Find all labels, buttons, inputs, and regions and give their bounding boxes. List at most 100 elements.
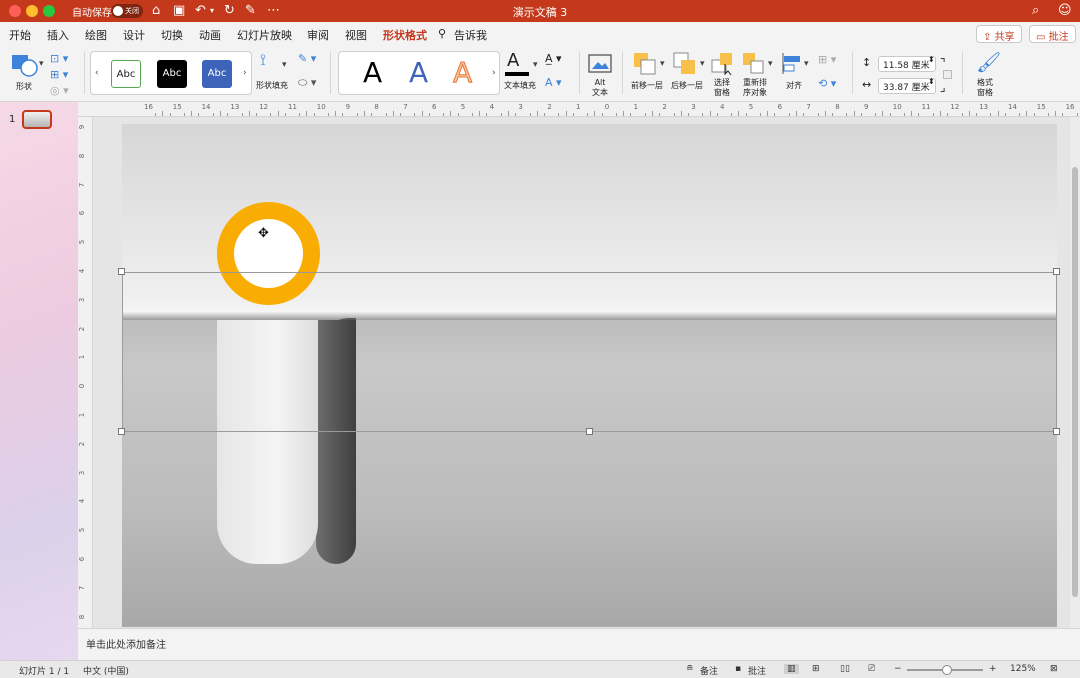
share-button[interactable]: ⇪ 共享: [976, 25, 1022, 43]
ruler-top-tick-label: 3: [518, 103, 523, 111]
tab-transitions[interactable]: 切换: [161, 27, 183, 43]
gallery-next-icon[interactable]: ›: [243, 68, 247, 78]
tab-view[interactable]: 视图: [345, 27, 367, 43]
comments-toggle[interactable]: 批注: [748, 664, 766, 677]
wordart-black[interactable]: A: [363, 56, 382, 90]
autosave-toggle[interactable]: 关闭: [111, 4, 143, 18]
ruler-top-tick-label: 14: [201, 103, 211, 111]
wordart-next-icon[interactable]: ›: [492, 68, 496, 78]
more-icon[interactable]: ⋯: [267, 3, 280, 19]
ruler-top-minor-tick: [918, 113, 920, 116]
height-stepper-icon[interactable]: ⬍: [928, 55, 935, 64]
vertical-ruler[interactable]: 9 8 7 6 5 4 3 2 1 0 1 2 3 4 5 6 7 8: [78, 117, 93, 628]
close-window-button[interactable]: [9, 5, 21, 17]
minimize-window-button[interactable]: [26, 5, 38, 17]
shape-style-blue[interactable]: Abc: [202, 60, 232, 88]
tab-review[interactable]: 审阅: [307, 27, 329, 43]
search-icon[interactable]: ⌕: [1032, 3, 1039, 19]
slide-thumbnail[interactable]: [22, 110, 52, 129]
ruler-top-minor-tick: [306, 111, 308, 116]
ruler-left-tick-label: 6: [78, 211, 87, 216]
redo-icon[interactable]: ↻: [224, 3, 235, 19]
fill-dropdown-icon[interactable]: ▾: [282, 60, 287, 70]
reading-view-icon[interactable]: ▯▯: [840, 664, 850, 674]
group-icon[interactable]: ⊞ ▾: [818, 53, 836, 66]
slide-sorter-icon[interactable]: ⊞: [812, 664, 820, 674]
rotate-icon[interactable]: ⟲ ▾: [818, 77, 836, 90]
reorder-dropdown-icon[interactable]: ▾: [768, 59, 773, 69]
bring-forward-dropdown-icon[interactable]: ▾: [660, 59, 665, 69]
bring-forward-icon[interactable]: [633, 52, 659, 76]
align-dropdown-icon[interactable]: ▾: [804, 59, 809, 69]
zoom-out-icon[interactable]: −: [894, 664, 902, 674]
text-box-icon[interactable]: ⊞ ▾: [50, 68, 68, 81]
text-fill-dropdown-icon[interactable]: ▾: [533, 60, 538, 70]
notes-placeholder[interactable]: 单击此处添加备注: [86, 636, 166, 651]
text-outline-icon[interactable]: A̲ ▾: [545, 52, 562, 65]
shape-outline-icon[interactable]: ✎ ▾: [298, 52, 316, 65]
text-fill-icon[interactable]: A: [507, 50, 519, 71]
vertical-scrollbar[interactable]: [1070, 117, 1080, 628]
save-icon[interactable]: ▣: [173, 3, 185, 19]
gallery-prev-icon[interactable]: ‹: [95, 68, 99, 78]
slideshow-icon[interactable]: ⎚: [868, 664, 875, 674]
send-backward-dropdown-icon[interactable]: ▾: [700, 59, 705, 69]
notes-pane[interactable]: 单击此处添加备注: [78, 628, 1080, 660]
reorder-objects-icon[interactable]: [742, 52, 768, 76]
send-backward-icon[interactable]: [673, 52, 699, 76]
fit-to-window-icon[interactable]: ⊠: [1050, 664, 1058, 674]
scrollbar-thumb[interactable]: [1072, 167, 1078, 597]
language-indicator[interactable]: 中文 (中国): [83, 664, 129, 677]
comment-button[interactable]: ▭ 批注: [1029, 25, 1076, 43]
zoom-in-icon[interactable]: +: [989, 664, 997, 674]
align-icon[interactable]: [780, 52, 804, 76]
autosave-state: 关闭: [125, 7, 139, 15]
shape-effects-icon[interactable]: ⬭ ▾: [298, 76, 316, 90]
comments-toggle-icon: ▪: [735, 664, 742, 674]
horizontal-ruler[interactable]: 16 15 14 13 12 11 10 9 8 7 6 5 4 3 2 1 0 1 2 3 4 5 6 7 8 9 10 11 12 1…: [78, 102, 1080, 117]
zoom-level[interactable]: 125%: [1010, 664, 1036, 674]
edit-icon[interactable]: ✎: [245, 3, 256, 19]
shapes-icon[interactable]: [10, 53, 40, 77]
shape-style-outline[interactable]: Abc: [111, 60, 141, 88]
resize-handle-bottom-right[interactable]: [1053, 428, 1060, 435]
tab-insert[interactable]: 插入: [47, 27, 69, 43]
tab-tell-me[interactable]: 告诉我: [454, 27, 487, 43]
tab-animations[interactable]: 动画: [199, 27, 221, 43]
wordart-blue[interactable]: A: [409, 56, 428, 90]
width-stepper-icon[interactable]: ⬍: [928, 77, 935, 86]
tab-shape-format[interactable]: 形状格式: [383, 27, 427, 48]
undo-dropdown-icon[interactable]: ▾: [210, 3, 214, 19]
format-pane-icon[interactable]: 🖌: [976, 50, 1001, 74]
crop-corner-bottom-icon[interactable]: ⌟: [940, 80, 946, 94]
merge-shapes-icon[interactable]: ◎ ▾: [50, 84, 69, 97]
lock-aspect-checkbox[interactable]: [943, 70, 952, 79]
ruler-top-minor-tick: [162, 111, 164, 116]
shape-selection-box[interactable]: [122, 272, 1057, 432]
resize-handle-bottom-center[interactable]: [586, 428, 593, 435]
ruler-top-minor-tick: [803, 113, 805, 116]
notes-toggle[interactable]: 备注: [700, 664, 718, 677]
text-effects-icon[interactable]: A ▾: [545, 76, 562, 89]
resize-handle-bottom-left[interactable]: [118, 428, 125, 435]
edit-shape-icon[interactable]: ⊡ ▾: [50, 52, 68, 65]
zoom-slider-knob[interactable]: [942, 665, 952, 675]
tab-draw[interactable]: 绘图: [85, 27, 107, 43]
selection-pane-icon[interactable]: [711, 52, 737, 76]
alt-text-icon[interactable]: [588, 53, 612, 75]
normal-view-icon[interactable]: ▥: [784, 664, 799, 674]
tab-slideshow[interactable]: 幻灯片放映: [237, 27, 292, 43]
crop-corner-icon[interactable]: ⌝: [940, 56, 946, 70]
paint-bucket-icon[interactable]: ⟟: [260, 50, 266, 70]
account-icon[interactable]: ☺: [1058, 3, 1072, 19]
home-icon[interactable]: ⌂: [152, 3, 160, 19]
resize-handle-top-right[interactable]: [1053, 268, 1060, 275]
tab-home[interactable]: 开始: [9, 27, 31, 43]
undo-icon[interactable]: ↶: [195, 3, 206, 19]
wordart-orange[interactable]: A: [452, 56, 472, 90]
shape-style-black[interactable]: Abc: [157, 60, 187, 88]
maximize-window-button[interactable]: [43, 5, 55, 17]
resize-handle-top-left[interactable]: [118, 268, 125, 275]
tab-design[interactable]: 设计: [123, 27, 145, 43]
shapes-dropdown-icon[interactable]: ▾: [39, 59, 44, 69]
